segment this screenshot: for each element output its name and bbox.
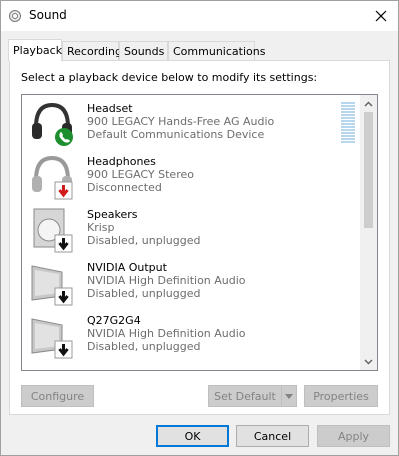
speaker-app-icon (9, 10, 21, 22)
device-name: NVIDIA Output (87, 261, 167, 274)
sound-dialog: Sound Playback Recording Sounds Communic… (0, 0, 399, 456)
chevron-down-icon (364, 359, 373, 364)
device-driver: 900 LEGACY Hands-Free AG Audio (87, 115, 275, 128)
close-button[interactable] (364, 1, 398, 31)
device-name: Q27G2G4 (87, 314, 141, 327)
device-status: Disconnected (87, 181, 162, 194)
device-status: Disabled, unplugged (87, 340, 201, 353)
device-name: Headset (87, 102, 133, 115)
device-driver: Krisp (87, 221, 115, 234)
device-item-q27g2g4[interactable]: Q27G2G4 NVIDIA High Definition Audio Dis… (28, 311, 348, 363)
speaker-icon (33, 208, 73, 253)
headset-icon (32, 102, 73, 146)
configure-button[interactable]: Configure (21, 385, 94, 407)
playback-panel: Select a playback device below to modify… (9, 60, 390, 415)
close-icon (375, 10, 387, 22)
window-title: Sound (29, 8, 67, 22)
ok-button[interactable]: OK (156, 425, 229, 447)
set-default-dropdown-button[interactable] (281, 385, 297, 407)
vertical-scrollbar[interactable] (360, 95, 377, 370)
tab-playback[interactable]: Playback (8, 39, 62, 61)
monitor-icon (31, 318, 73, 359)
properties-button[interactable]: Properties (304, 385, 378, 407)
device-status: Default Communications Device (87, 128, 265, 141)
device-item-nvidia-output[interactable]: NVIDIA Output NVIDIA High Definition Aud… (28, 258, 348, 310)
tab-recording[interactable]: Recording (62, 41, 122, 60)
monitor-icon (31, 265, 73, 306)
device-item-headset[interactable]: Headset 900 LEGACY Hands-Free AG Audio D… (28, 99, 355, 151)
phone-badge-icon (55, 128, 73, 146)
tab-sounds[interactable]: Sounds (119, 41, 168, 60)
device-status: Disabled, unplugged (87, 287, 201, 300)
instruction-text: Select a playback device below to modify… (21, 71, 318, 84)
apply-button[interactable]: Apply (317, 425, 390, 447)
scroll-thumb[interactable] (364, 112, 373, 228)
set-default-button[interactable]: Set Default (208, 385, 282, 407)
tab-communications[interactable]: Communications (168, 41, 265, 60)
device-name: Headphones (87, 155, 156, 168)
device-name: Speakers (87, 208, 138, 221)
device-driver: 900 LEGACY Stereo (87, 168, 194, 181)
device-item-speakers[interactable]: Speakers Krisp Disabled, unplugged (28, 205, 348, 257)
scroll-up-button[interactable] (360, 95, 377, 112)
device-status: Disabled, unplugged (87, 234, 201, 247)
device-driver: NVIDIA High Definition Audio (87, 274, 246, 287)
title-bar[interactable]: Sound (1, 1, 398, 31)
cancel-button[interactable]: Cancel (236, 425, 309, 447)
chevron-up-icon (364, 101, 373, 106)
volume-level-meter (341, 102, 355, 146)
device-list[interactable]: Headset 900 LEGACY Hands-Free AG Audio D… (21, 94, 378, 371)
chevron-down-icon (285, 393, 293, 399)
device-driver: NVIDIA High Definition Audio (87, 327, 246, 340)
headphones-icon (32, 155, 73, 200)
device-item-headphones[interactable]: Headphones 900 LEGACY Stereo Disconnecte… (28, 152, 348, 204)
scroll-down-button[interactable] (360, 353, 377, 370)
